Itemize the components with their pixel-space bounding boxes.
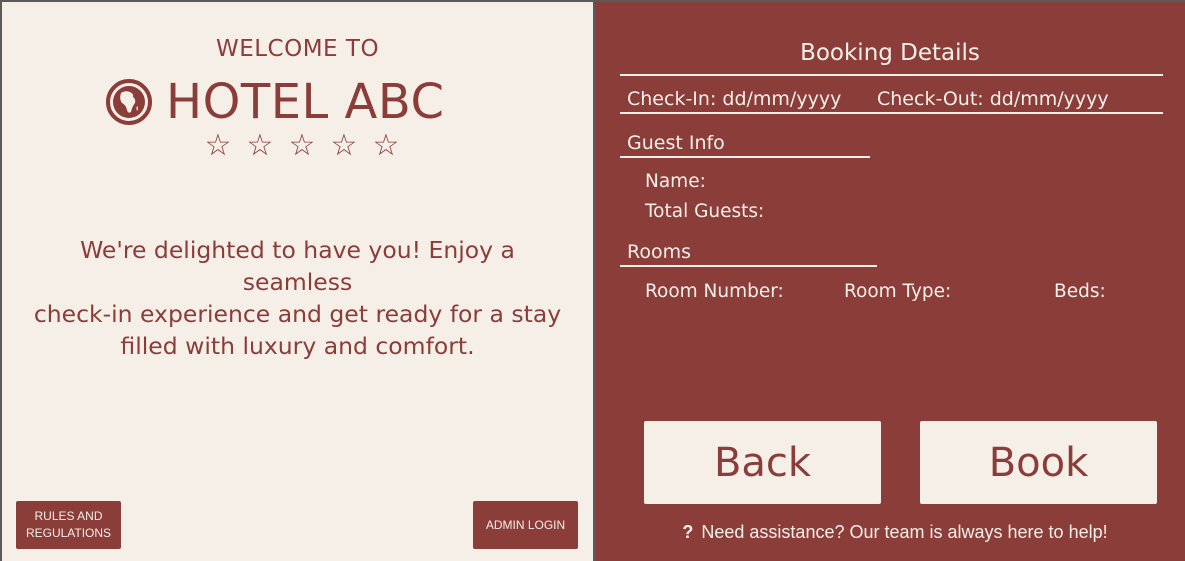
- booking-details-title: Booking Details: [800, 40, 980, 66]
- welcome-message: We're delighted to have you! Enjoy a sea…: [22, 234, 573, 362]
- assistance-message: ? Need assistance? Our team is always her…: [595, 522, 1185, 543]
- title-divider: [620, 74, 1163, 76]
- room-number-label: Room Number:: [645, 281, 784, 302]
- room-type-label: Room Type:: [844, 281, 952, 302]
- star-icon: ☆: [330, 128, 358, 163]
- welcome-label: WELCOME TO: [215, 36, 380, 62]
- guest-info-heading: Guest Info: [627, 132, 725, 154]
- total-guests-label: Total Guests:: [645, 201, 765, 222]
- hotel-name: HOTEL ABC: [166, 74, 445, 130]
- star-icon: ☆: [288, 128, 316, 163]
- star-icon: ☆: [246, 128, 274, 163]
- rooms-heading: Rooms: [627, 241, 692, 263]
- rules-button-label: RULES AND: [34, 509, 103, 523]
- globe-africa-icon: [106, 79, 152, 125]
- hotel-header: HOTEL ABC: [106, 74, 444, 130]
- dates-divider: [620, 112, 1163, 114]
- booking-panel: Booking Details Check-In: dd/mm/yyyy Che…: [595, 2, 1185, 561]
- star-icon: ☆: [372, 128, 400, 163]
- star-rating: ☆ ☆ ☆ ☆ ☆: [200, 128, 404, 164]
- admin-login-button[interactable]: ADMIN LOGIN: [473, 501, 578, 549]
- guest-info-divider: [620, 156, 870, 158]
- guest-name-label: Name:: [645, 171, 706, 192]
- welcome-message-line: We're delighted to have you! Enjoy a sea…: [80, 236, 515, 296]
- check-in-field: Check-In: dd/mm/yyyy: [627, 88, 842, 110]
- beds-label: Beds:: [1054, 281, 1106, 302]
- rules-and-regulations-button[interactable]: RULES AND REGULATIONS: [16, 501, 121, 549]
- rules-button-label: REGULATIONS: [25, 526, 112, 540]
- welcome-message-line: check-in experience and get ready for a …: [33, 300, 562, 328]
- star-icon: ☆: [204, 128, 232, 163]
- welcome-message-line: filled with luxury and comfort.: [120, 332, 475, 360]
- help-icon: ?: [682, 522, 694, 542]
- check-out-field: Check-Out: dd/mm/yyyy: [877, 88, 1109, 110]
- back-button[interactable]: Back: [644, 421, 881, 504]
- welcome-panel: WELCOME TO HOTEL ABC ☆ ☆ ☆ ☆ ☆ We're del…: [2, 2, 593, 561]
- book-button[interactable]: Book: [920, 421, 1157, 504]
- rooms-divider: [620, 265, 877, 267]
- assistance-text: Need assistance? Our team is always here…: [701, 522, 1108, 542]
